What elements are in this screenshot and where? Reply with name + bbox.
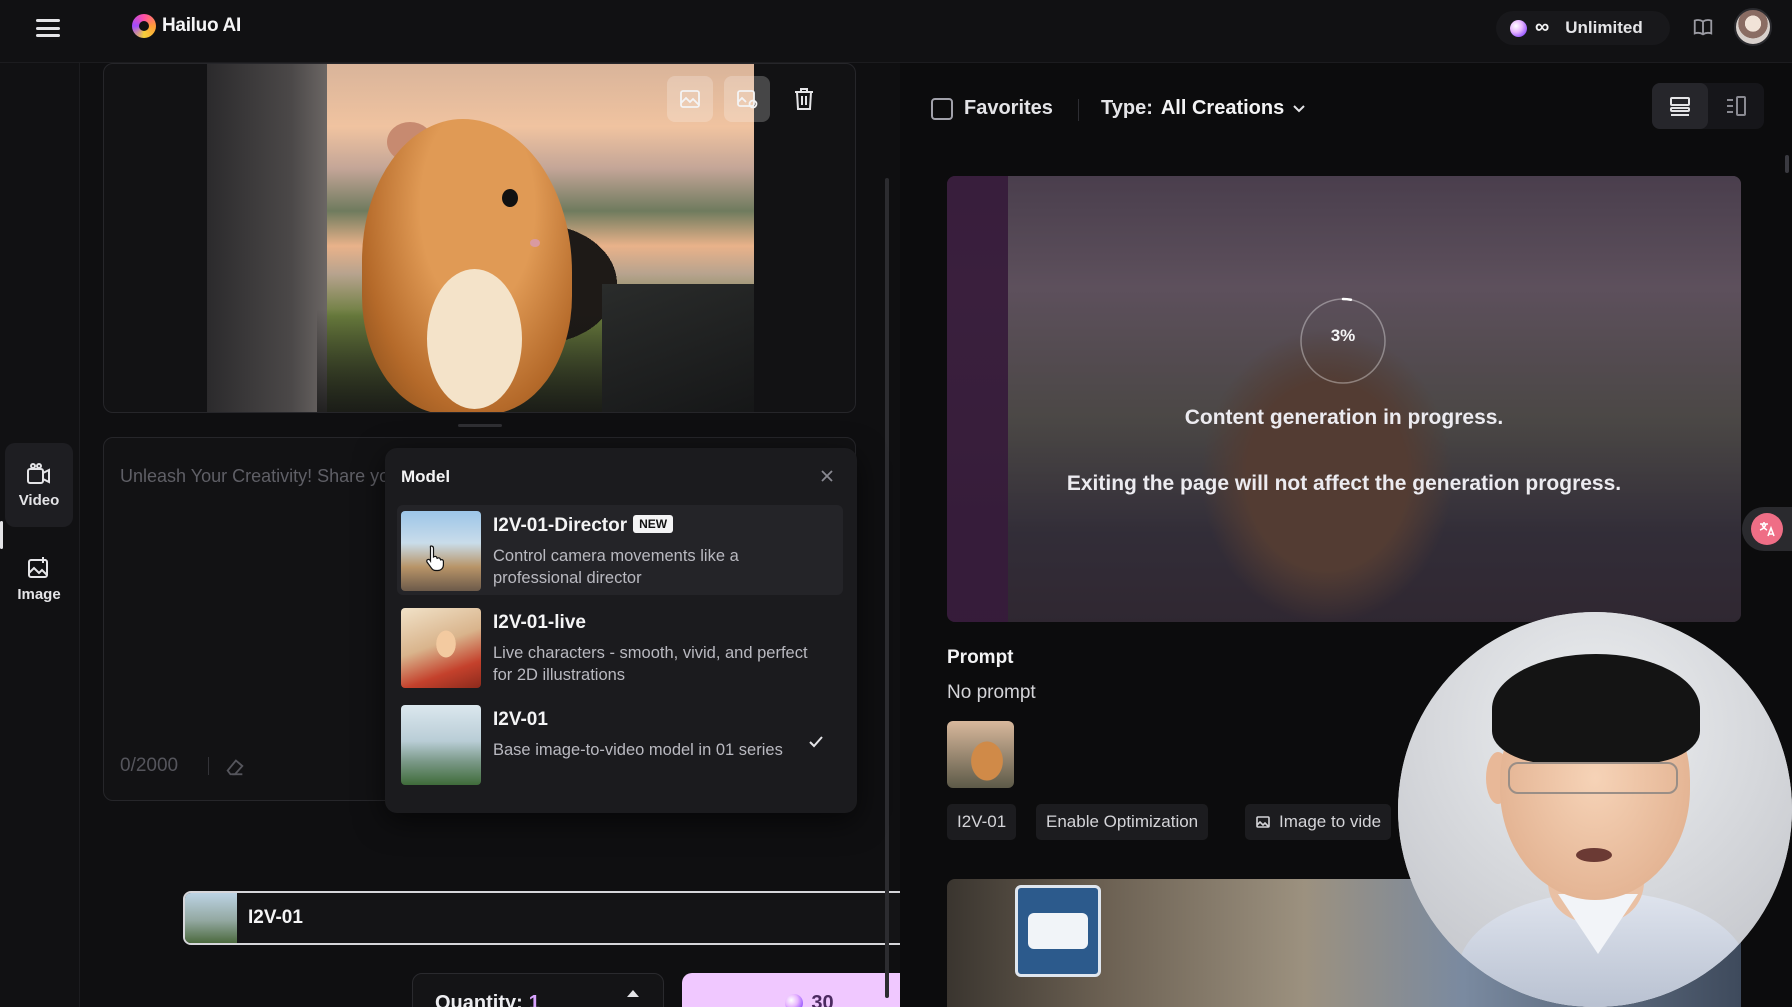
book-icon[interactable] xyxy=(1692,16,1714,38)
divider xyxy=(208,757,209,775)
model-tag: I2V-01 xyxy=(947,804,1017,840)
rail-item-image[interactable]: Image xyxy=(5,537,73,621)
left-scrollbar[interactable] xyxy=(885,178,889,998)
close-icon[interactable] xyxy=(819,468,835,484)
model-thumbnail xyxy=(401,705,481,785)
view-toggle xyxy=(1652,83,1764,129)
bus-sign-image xyxy=(1015,885,1101,977)
split-view-button[interactable] xyxy=(1708,83,1764,129)
left-rail: Video Image xyxy=(0,63,80,1007)
quantity-label: Quantity: xyxy=(435,992,523,1007)
image-icon xyxy=(1256,816,1270,828)
model-thumbnail xyxy=(185,893,237,943)
progress-percent: 3% xyxy=(1330,326,1356,345)
plan-pill[interactable]: ∞ Unlimited xyxy=(1496,11,1670,45)
tag-label: Enable Optimization xyxy=(1046,812,1199,831)
plan-label: Unlimited xyxy=(1565,18,1643,37)
rail-item-video[interactable]: Video xyxy=(5,443,73,527)
presenter-video-overlay xyxy=(1398,612,1792,1007)
model-name: I2V-01 xyxy=(493,709,548,730)
hailuo-logo-icon xyxy=(132,14,156,38)
uploaded-image-card xyxy=(103,63,856,413)
credit-gem-icon xyxy=(1510,19,1527,37)
mouse-cursor-icon xyxy=(426,545,444,572)
char-count: 0/2000 xyxy=(120,755,179,776)
infinity-symbol: ∞ xyxy=(1535,16,1550,38)
trash-icon xyxy=(795,88,813,110)
rail-item-label: Video xyxy=(18,491,60,509)
translate-icon xyxy=(1751,513,1783,545)
new-badge: NEW xyxy=(633,515,674,533)
generate-cost: 30 xyxy=(811,991,834,1007)
image-edit-icon xyxy=(737,90,758,109)
favorites-checkbox[interactable] xyxy=(931,98,953,120)
model-option-live[interactable]: I2V-01-live Live characters - smooth, vi… xyxy=(397,602,843,692)
type-label: Type: xyxy=(1101,97,1153,119)
model-option-base[interactable]: I2V-01 Base image-to-video model in 01 s… xyxy=(397,699,843,789)
divider xyxy=(1078,99,1079,121)
reference-image-thumbnail[interactable] xyxy=(947,721,1014,788)
prompt-input[interactable]: Unleash Your Creativity! Share your idea… xyxy=(120,466,390,487)
model-option-director[interactable]: I2V-01-Director NEW Control camera moveme… xyxy=(397,505,843,595)
top-bar: Hailuo AI ∞ Unlimited xyxy=(0,0,1792,63)
quantity-stepper[interactable]: Quantity: 1 xyxy=(412,973,664,1007)
delete-image-button[interactable] xyxy=(781,76,827,122)
replace-image-button[interactable] xyxy=(667,76,713,122)
brand-name: Hailuo AI xyxy=(162,15,241,36)
translate-button[interactable] xyxy=(1742,507,1792,551)
increment-icon[interactable] xyxy=(626,988,640,998)
chevron-down-icon xyxy=(1293,104,1305,112)
model-name: I2V-01-Director xyxy=(493,515,628,536)
image-icon xyxy=(28,556,48,578)
mode-tag: Image to vide xyxy=(1245,804,1392,840)
type-filter-dropdown[interactable]: Type: All Creations xyxy=(1101,97,1306,120)
generation-note-text: Exiting the page will not affect the gen… xyxy=(1066,472,1622,495)
model-description: Live characters - smooth, vivid, and per… xyxy=(493,644,808,684)
brand-logo-link[interactable]: Hailuo AI xyxy=(132,14,241,38)
check-icon xyxy=(809,736,823,748)
rail-active-indicator xyxy=(0,521,3,549)
list-view-icon xyxy=(1670,97,1690,116)
credit-gem-icon xyxy=(785,994,804,1007)
list-view-button[interactable] xyxy=(1652,83,1708,129)
quantity-value[interactable]: 1 xyxy=(529,992,540,1007)
image-swap-icon xyxy=(680,90,700,108)
video-icon xyxy=(27,462,50,484)
model-thumbnail xyxy=(401,608,481,688)
resize-handle[interactable] xyxy=(458,424,502,427)
right-scrollbar[interactable] xyxy=(1785,155,1789,173)
generation-card[interactable]: 3% Content generation in progress. Exiti… xyxy=(947,176,1741,622)
model-select[interactable]: I2V-01 xyxy=(183,891,937,945)
model-description: Base image-to-video model in 01 series xyxy=(493,741,783,759)
prompt-heading: Prompt xyxy=(947,647,1014,668)
favorites-label[interactable]: Favorites xyxy=(964,97,1053,120)
type-value: All Creations xyxy=(1160,97,1285,119)
model-name: I2V-01-live xyxy=(493,612,586,633)
edit-image-button[interactable] xyxy=(724,76,770,122)
popup-title: Model xyxy=(401,467,451,486)
selected-model-label: I2V-01 xyxy=(248,907,303,928)
generate-button[interactable]: 30 xyxy=(682,973,937,1007)
rail-item-label: Image xyxy=(17,585,61,603)
model-description: Control camera movements like a professi… xyxy=(493,547,739,587)
optimization-tag: Enable Optimization xyxy=(1036,804,1209,840)
tag-label: Image to vide xyxy=(1279,812,1382,831)
tag-label: I2V-01 xyxy=(957,812,1007,831)
user-avatar[interactable] xyxy=(1734,8,1772,46)
model-popup: Model I2V-01-Director NEW Control camera … xyxy=(385,448,857,813)
eraser-icon[interactable] xyxy=(224,755,246,777)
split-view-icon xyxy=(1727,96,1746,116)
generation-status-text: Content generation in progress. xyxy=(1184,406,1504,429)
menu-icon[interactable] xyxy=(36,17,60,39)
prompt-text: No prompt xyxy=(947,682,1036,703)
